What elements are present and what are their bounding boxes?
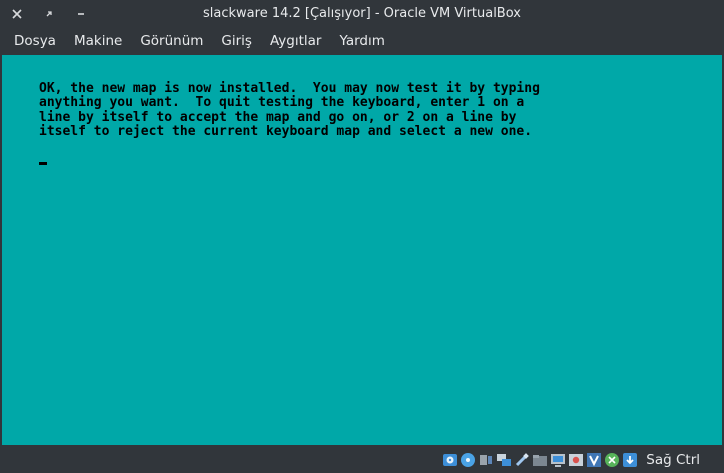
status-bar: Sağ Ctrl (0, 446, 724, 473)
virtualization-icon[interactable] (586, 452, 602, 468)
hard-disk-icon[interactable] (442, 452, 458, 468)
audio-icon[interactable] (478, 452, 494, 468)
menu-giris[interactable]: Giriş (212, 30, 261, 53)
vm-display[interactable]: OK, the new map is now installed. You ma… (2, 55, 722, 445)
optical-disk-icon[interactable] (460, 452, 476, 468)
video-capture-icon[interactable] (568, 452, 584, 468)
console-text: OK, the new map is now installed. You ma… (39, 81, 540, 140)
network-icon[interactable] (496, 452, 512, 468)
menu-dosya[interactable]: Dosya (0, 30, 65, 53)
shared-folders-icon[interactable] (532, 452, 548, 468)
menu-gorunum[interactable]: Görünüm (131, 30, 212, 53)
menu-bar: Dosya Makine Görünüm Giriş Aygıtlar Yard… (0, 30, 724, 53)
usb-icon[interactable] (514, 452, 530, 468)
status-tray: Sağ Ctrl (442, 446, 724, 473)
host-key-label: Sağ Ctrl (646, 451, 700, 468)
text-cursor (39, 162, 47, 165)
keyboard-icon[interactable] (622, 452, 638, 468)
mouse-integration-icon[interactable] (604, 452, 620, 468)
menu-aygitlar[interactable]: Aygıtlar (261, 30, 331, 53)
menu-yardim[interactable]: Yardım (330, 30, 393, 53)
menu-makine[interactable]: Makine (65, 30, 131, 53)
title-bar: slackware 14.2 [Çalışıyor] - Oracle VM V… (0, 0, 724, 30)
window-title: slackware 14.2 [Çalışıyor] - Oracle VM V… (203, 6, 521, 21)
display-icon[interactable] (550, 452, 566, 468)
